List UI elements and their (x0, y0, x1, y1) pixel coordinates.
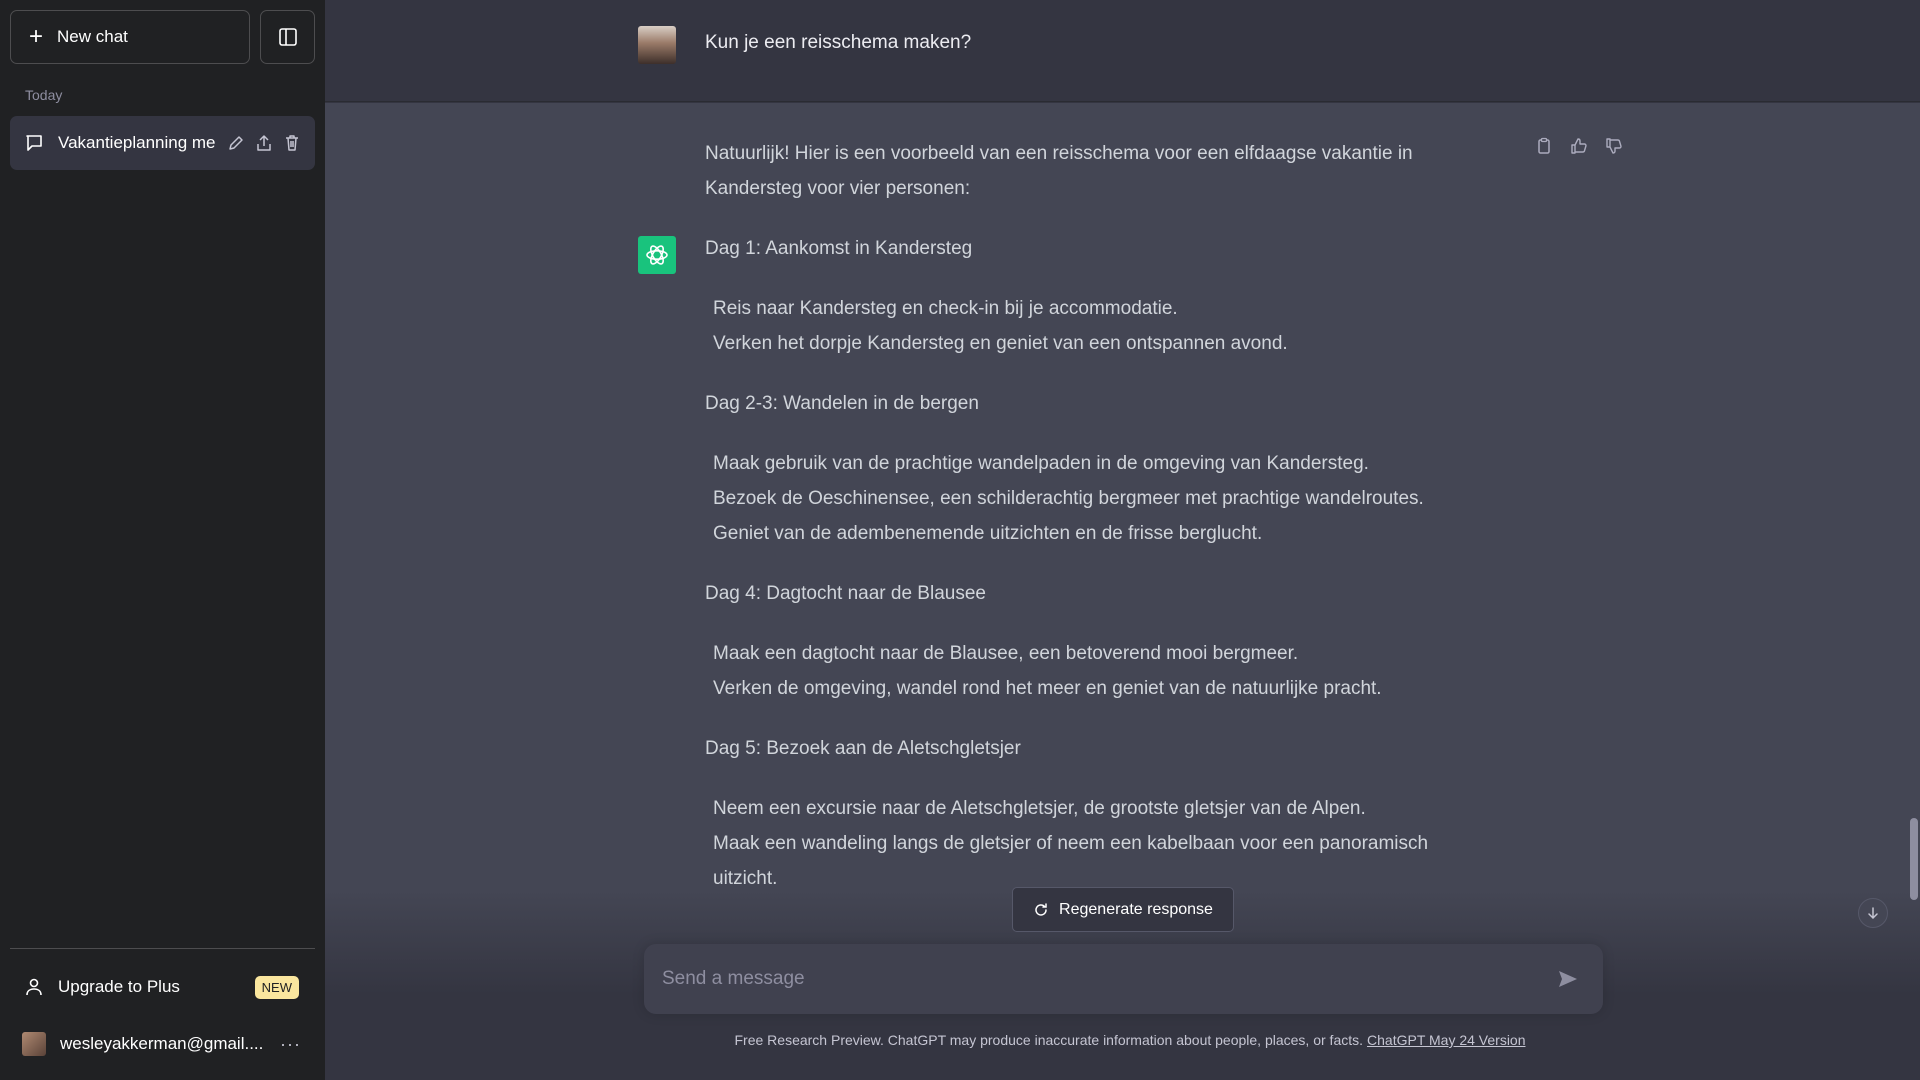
chat-item-label: Vakantieplanning me (58, 133, 216, 152)
user-message-row: Kun je een reisschema maken? (325, 0, 1920, 102)
list-item: Maak gebruik van de prachtige wandelpade… (705, 446, 1465, 481)
day-heading: Dag 1: Aankomst in Kandersteg (705, 238, 973, 259)
scrollbar-thumb[interactable] (1910, 818, 1918, 900)
message-actions (1535, 137, 1623, 155)
message-input[interactable] (662, 944, 1522, 1014)
sidebar-divider (10, 948, 315, 949)
message-composer (644, 944, 1603, 1014)
list-item: Geniet van de adembenemende uitzichten e… (705, 516, 1465, 551)
day-item-list: Maak een dagtocht naar de Blausee, een b… (705, 636, 1465, 706)
day-heading: Dag 5: Bezoek aan de Aletschgletsjer (705, 738, 1021, 759)
chatgpt-logo-icon (638, 236, 676, 274)
new-chat-button[interactable]: + New chat (10, 10, 250, 64)
share-icon[interactable] (255, 134, 273, 152)
day-heading: Dag 2-3: Wandelen in de bergen (705, 393, 979, 414)
thumbs-down-icon[interactable] (1605, 137, 1623, 155)
sidebar-toggle-icon (278, 27, 298, 47)
disclaimer-text: Free Research Preview. ChatGPT may produ… (734, 1032, 1364, 1048)
user-message-text: Kun je een reisschema maken? (705, 32, 972, 53)
scroll-to-bottom-button[interactable] (1858, 898, 1888, 928)
edit-icon[interactable] (227, 134, 245, 152)
list-item: Maak een wandeling langs de gletsjer of … (705, 826, 1465, 896)
refresh-icon (1033, 902, 1049, 918)
regenerate-response-button[interactable]: Regenerate response (1012, 887, 1234, 932)
send-icon[interactable] (1557, 968, 1579, 995)
more-options-icon[interactable]: ··· (280, 1034, 301, 1055)
list-item: Bezoek de Oeschinensee, een schilderacht… (705, 481, 1465, 516)
day-item-list: Reis naar Kandersteg en check-in bij je … (705, 291, 1465, 361)
list-item: Reis naar Kandersteg en check-in bij je … (705, 291, 1465, 326)
user-icon (24, 977, 44, 997)
sidebar: + New chat Today Vakantieplanning me Upg… (0, 0, 325, 1080)
assistant-message-text: Natuurlijk! Hier is een voorbeeld van ee… (705, 136, 1465, 926)
day-item-list: Maak gebruik van de prachtige wandelpade… (705, 446, 1465, 551)
upgrade-label: Upgrade to Plus (58, 977, 180, 996)
avatar (22, 1032, 46, 1056)
assistant-intro: Natuurlijk! Hier is een voorbeeld van ee… (705, 143, 1413, 199)
user-avatar (638, 26, 676, 64)
user-menu-button[interactable]: wesleyakkerman@gmail.... ··· (10, 1017, 315, 1071)
arrow-down-icon (1866, 906, 1880, 920)
list-item: Verken de omgeving, wandel rond het meer… (705, 671, 1465, 706)
day-item-list: Neem een excursie naar de Aletschgletsje… (705, 791, 1465, 896)
user-email: wesleyakkerman@gmail.... (60, 1034, 264, 1053)
sidebar-chat-item[interactable]: Vakantieplanning me (10, 116, 315, 170)
main-panel: Kun je een reisschema maken? Natuurlijk!… (325, 0, 1920, 1080)
footer-disclaimer: Free Research Preview. ChatGPT may produ… (325, 1032, 1920, 1048)
version-link[interactable]: ChatGPT May 24 Version (1367, 1032, 1525, 1048)
thumbs-up-icon[interactable] (1570, 137, 1588, 155)
list-item: Neem een excursie naar de Aletschgletsje… (705, 791, 1465, 826)
assistant-message-row: Natuurlijk! Hier is een voorbeeld van ee… (325, 103, 1920, 1080)
section-label-today: Today (25, 87, 63, 103)
day-heading: Dag 4: Dagtocht naar de Blausee (705, 583, 986, 604)
plus-icon: + (29, 23, 44, 50)
new-chat-label: New chat (57, 27, 128, 46)
list-item: Maak een dagtocht naar de Blausee, een b… (705, 636, 1465, 671)
regenerate-label: Regenerate response (1059, 900, 1213, 918)
new-badge: NEW (254, 975, 299, 999)
copy-icon[interactable] (1535, 137, 1553, 155)
toggle-sidebar-button[interactable] (260, 10, 315, 64)
trash-icon[interactable] (283, 134, 301, 152)
list-item: Verken het dorpje Kandersteg en geniet v… (705, 326, 1465, 361)
chat-bubble-icon (24, 133, 44, 153)
upgrade-to-plus-button[interactable]: Upgrade to Plus NEW (10, 960, 315, 1014)
